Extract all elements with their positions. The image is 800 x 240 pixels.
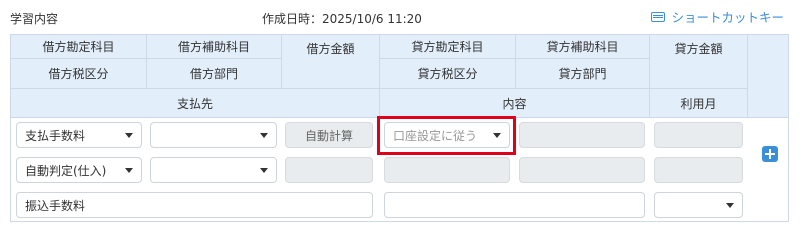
credit-sub-account-field bbox=[519, 122, 645, 148]
header-credit-tax: 貸方税区分 bbox=[380, 59, 516, 89]
chevron-down-icon bbox=[260, 132, 268, 138]
credit-extra-field bbox=[654, 157, 743, 183]
payee-value: 振込手数料 bbox=[25, 198, 86, 213]
debit-extra-field bbox=[285, 157, 373, 183]
debit-dept-select[interactable] bbox=[150, 157, 277, 183]
debit-amount-field: 自動計算 bbox=[285, 122, 373, 148]
debit-sub-account-select[interactable] bbox=[150, 122, 277, 148]
debit-account-select[interactable]: 支払手数料 bbox=[16, 122, 142, 148]
header-credit-amount: 貸方金額 bbox=[650, 35, 748, 89]
shortcut-key-link[interactable]: ショートカットキー bbox=[651, 7, 784, 26]
shortcut-key-label: ショートカットキー bbox=[671, 10, 784, 25]
payee-input[interactable]: 振込手数料 bbox=[16, 192, 373, 218]
memo-title: 学習内容 bbox=[10, 12, 59, 26]
top-bar: 学習内容 作成日時：2025/10/6 11:20 ショートカットキー bbox=[0, 0, 800, 34]
header-debit-dept: 借方部門 bbox=[147, 59, 282, 89]
keyboard-icon bbox=[651, 11, 666, 22]
chevron-down-icon bbox=[125, 167, 133, 173]
header-debit-sub-account: 借方補助科目 bbox=[147, 35, 282, 59]
chevron-down-icon bbox=[260, 167, 268, 173]
debit-tax-value: 自動判定(仕入) bbox=[25, 163, 107, 178]
header-credit-account: 貸方勘定科目 bbox=[380, 35, 516, 59]
plus-icon[interactable] bbox=[762, 146, 778, 162]
debit-tax-select[interactable]: 自動判定(仕入) bbox=[16, 157, 142, 183]
header-action-column bbox=[748, 35, 788, 118]
highlight-frame bbox=[377, 116, 516, 155]
header-debit-tax: 借方税区分 bbox=[11, 59, 147, 89]
debit-amount-value: 自動計算 bbox=[304, 128, 353, 143]
header-usage-month: 利用月 bbox=[650, 89, 748, 118]
chevron-down-icon bbox=[125, 132, 133, 138]
description-input[interactable] bbox=[384, 192, 645, 218]
credit-dept-field bbox=[519, 157, 645, 183]
chevron-down-icon bbox=[726, 202, 734, 208]
header-debit-account: 借方勘定科目 bbox=[11, 35, 147, 59]
header-credit-dept: 貸方部門 bbox=[516, 59, 650, 89]
header-debit-amount: 借方金額 bbox=[282, 35, 380, 89]
header-description: 内容 bbox=[380, 89, 650, 118]
usage-month-select[interactable] bbox=[654, 192, 743, 218]
created-datetime: 作成日時：2025/10/6 11:20 bbox=[262, 12, 422, 26]
header-payee: 支払先 bbox=[11, 89, 380, 118]
header-credit-sub-account: 貸方補助科目 bbox=[516, 35, 650, 59]
debit-account-value: 支払手数料 bbox=[25, 128, 86, 143]
credit-amount-field bbox=[654, 122, 743, 148]
credit-tax-field bbox=[384, 157, 510, 183]
